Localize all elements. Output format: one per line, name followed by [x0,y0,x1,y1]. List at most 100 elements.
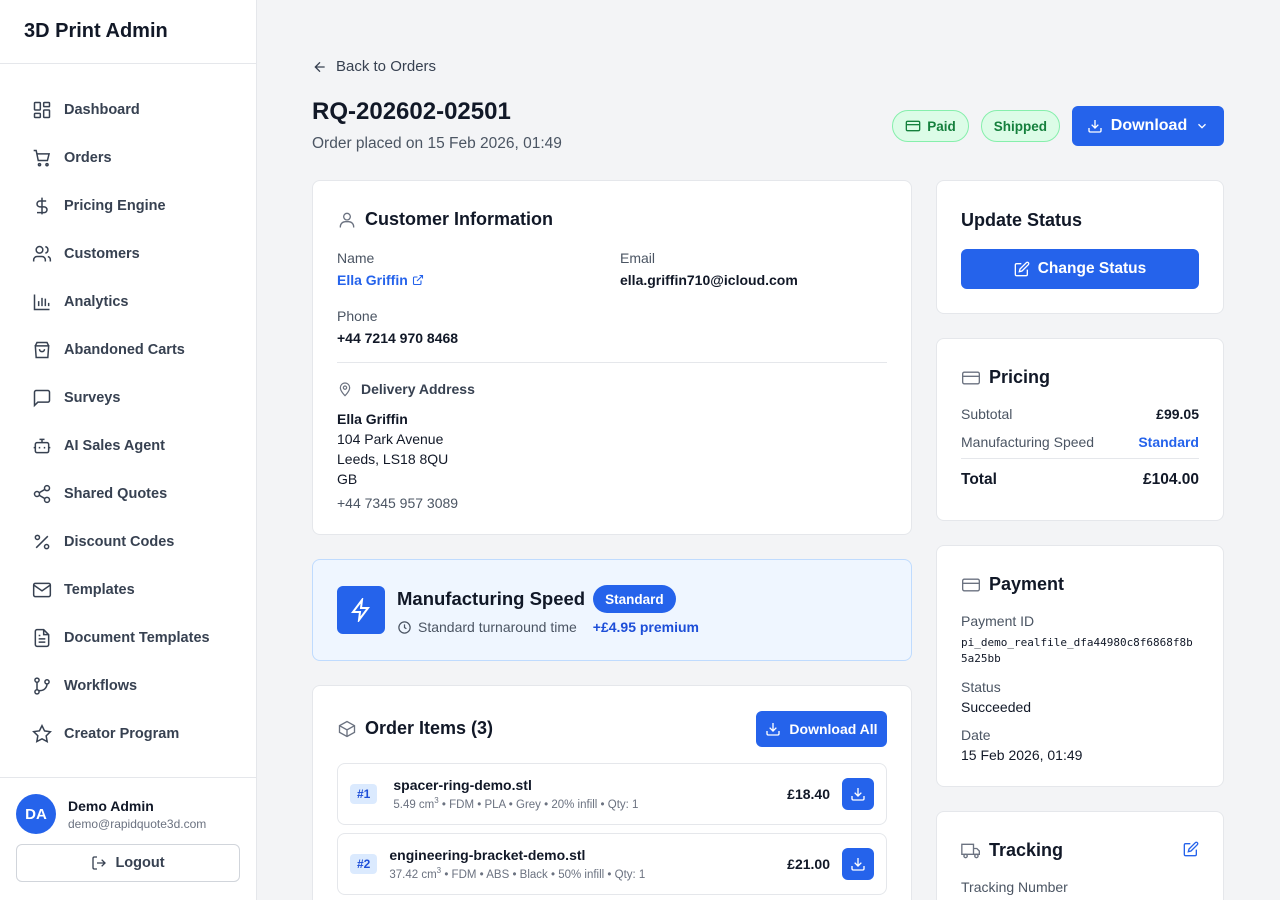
total-row: Total £104.00 [961,471,1199,489]
sidebar-item-label: Dashboard [64,102,140,118]
edit-tracking-button[interactable] [1183,841,1199,857]
logout-button[interactable]: Logout [16,844,240,882]
customer-email: ella.griffin710@icloud.com [620,272,798,288]
back-to-orders-link[interactable]: Back to Orders [312,58,436,75]
download-dropdown-button[interactable]: Download [1072,106,1224,146]
sidebar-item-dashboard[interactable]: Dashboard [16,86,240,134]
turnaround-text: Standard turnaround time [418,619,577,635]
sidebar-item-document-templates[interactable]: Document Templates [16,614,240,662]
delivery-address-heading: Delivery Address [337,381,887,397]
sidebar-item-surveys[interactable]: Surveys [16,374,240,422]
mail-icon [32,580,52,600]
truck-icon [961,841,981,861]
git-branch-icon [32,676,52,696]
package-icon [337,719,357,739]
sidebar-item-label: Discount Codes [64,534,175,550]
item-download-button[interactable] [842,848,874,880]
payment-status: Succeeded [961,699,1032,715]
speed-row: Manufacturing Speed Standard [961,434,1199,450]
shipped-badge-label: Shipped [993,118,1047,134]
dollar-icon [32,196,52,216]
message-square-icon [32,388,52,408]
address-phone: +44 7345 957 3089 [337,495,459,511]
item-price: £18.40 [787,786,830,802]
arrow-left-icon [312,59,328,75]
share-icon [32,484,52,504]
sidebar-item-analytics[interactable]: Analytics [16,278,240,326]
item-price: £21.00 [787,856,830,872]
speed-badge: Standard [593,585,676,613]
avatar: DA [16,794,56,834]
payment-heading: Payment [961,574,1199,595]
item-filename: engineering-bracket-demo.stl [389,847,586,864]
user-icon [337,210,357,230]
sidebar-footer: DA Demo Admin demo@rapidquote3d.com Logo… [0,777,256,900]
order-items-card: Order Items (3) Download All #1 spacer-r… [312,685,912,900]
premium-text: +£4.95 premium [592,619,699,635]
sidebar-item-label: Analytics [64,294,129,310]
paid-badge: Paid [892,110,969,142]
download-all-button[interactable]: Download All [756,711,887,747]
cart-icon [32,148,52,168]
payment-status-label: Status [961,679,1001,695]
item-volume: 37.42 cm [389,868,437,881]
address-name: Ella Griffin [337,411,408,427]
download-icon [850,856,866,872]
sidebar-nav: Dashboard Orders Pricing Engine Customer… [16,86,240,758]
name-label: Name [337,250,375,266]
change-status-button[interactable]: Change Status [961,249,1199,289]
user-email: demo@rapidquote3d.com [68,816,207,831]
customer-phone: +44 7214 970 8468 [337,330,459,346]
sidebar-item-customers[interactable]: Customers [16,230,240,278]
total-value: £104.00 [1142,471,1199,488]
map-pin-icon [337,381,353,397]
paid-badge-label: Paid [927,118,956,134]
user-name: Demo Admin [68,797,154,814]
sidebar: 3D Print Admin Dashboard Orders Pricing … [0,0,257,900]
sidebar-item-pricing-engine[interactable]: Pricing Engine [16,182,240,230]
main-content: Back to Orders RQ-202602-02501 Order pla… [257,0,1280,900]
subtotal-label: Subtotal [961,406,1013,422]
customer-name-link[interactable]: Ella Griffin [337,272,620,288]
email-label: Email [620,250,656,266]
item-volume: 5.49 cm [393,798,435,811]
customer-name: Ella Griffin [337,272,408,288]
star-icon [32,724,52,744]
sidebar-item-abandoned-carts[interactable]: Abandoned Carts [16,326,240,374]
tracking-heading: Tracking [961,840,1199,861]
list-item: #2 engineering-bracket-demo.stl 37.42 cm… [337,833,887,895]
sidebar-item-label: Customers [64,246,140,262]
sidebar-item-templates[interactable]: Templates [16,566,240,614]
speed-title: Manufacturing Speed [397,588,586,609]
sidebar-item-shared-quotes[interactable]: Shared Quotes [16,470,240,518]
sidebar-item-label: Workflows [64,678,138,694]
payment-id-label: Payment ID [961,613,1035,629]
users-icon [32,244,52,264]
divider [961,458,1199,459]
sidebar-item-orders[interactable]: Orders [16,134,240,182]
page-title: RQ-202602-02501 [312,98,511,125]
manufacturing-speed-card: Manufacturing Speed Standard Standard tu… [312,559,912,661]
download-label: Download [1110,117,1188,134]
sidebar-item-creator-program[interactable]: Creator Program [16,710,240,758]
sidebar-item-ai-sales-agent[interactable]: AI Sales Agent [16,422,240,470]
percent-icon [32,532,52,552]
download-all-label: Download All [789,721,878,737]
shipped-badge: Shipped [980,110,1060,142]
order-items-title: Order Items (3) [365,718,494,738]
sidebar-item-discount-codes[interactable]: Discount Codes [16,518,240,566]
payment-title: Payment [989,574,1065,594]
subtotal-row: Subtotal £99.05 [961,406,1199,422]
download-icon [765,721,781,737]
sidebar-item-workflows[interactable]: Workflows [16,662,240,710]
user-profile: DA Demo Admin demo@rapidquote3d.com [16,794,240,834]
download-icon [1087,118,1103,134]
logout-label: Logout [115,855,165,871]
order-placed-date: Order placed on 15 Feb 2026, 01:49 [312,135,562,152]
address-line2: Leeds, LS18 8QU [337,451,449,467]
bar-chart-icon [32,292,52,312]
item-meta: 5.49 cm3 • FDM • PLA • Grey • 20% infill… [393,796,638,811]
speed-value: Standard [1138,434,1199,450]
item-download-button[interactable] [842,778,874,810]
item-number: #1 [350,784,378,804]
